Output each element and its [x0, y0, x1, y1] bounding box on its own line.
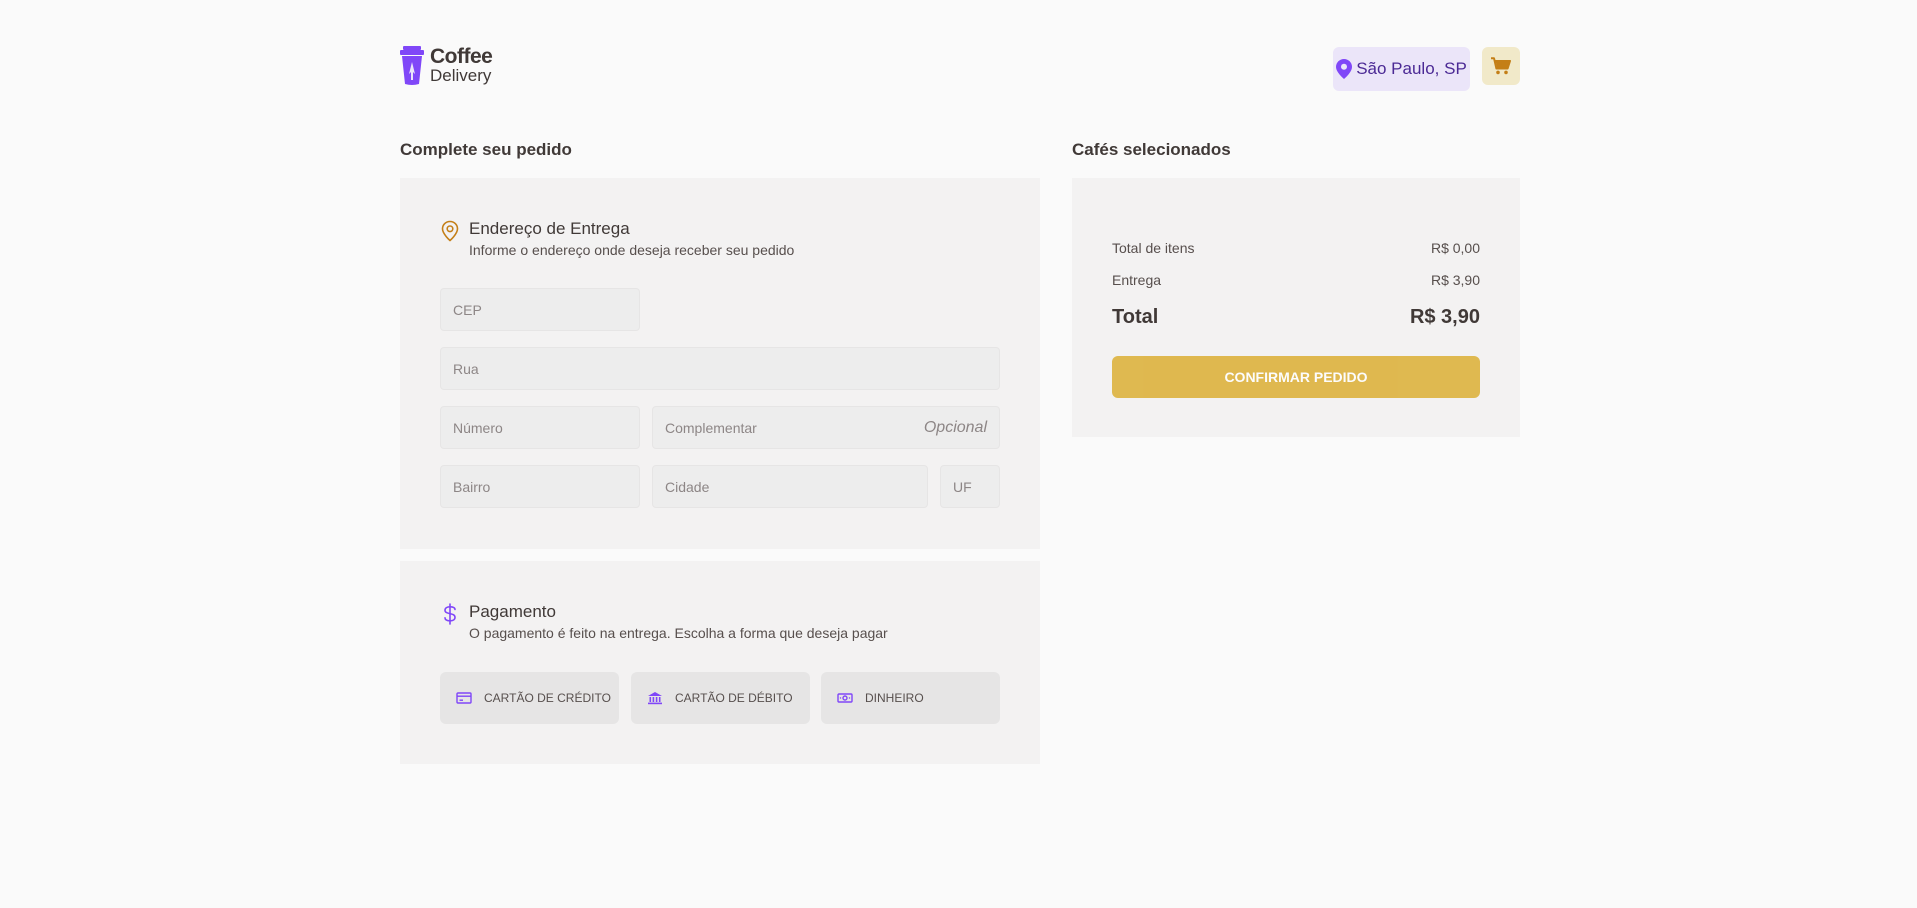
payment-option-cash-label: DINHEIRO	[865, 691, 924, 705]
checkout-title: Complete seu pedido	[400, 140, 572, 159]
money-icon	[837, 693, 853, 703]
coffee-cup-logo-icon	[400, 46, 424, 85]
delivery-label: Entrega	[1112, 272, 1162, 288]
cart-button[interactable]	[1482, 47, 1520, 85]
address-title: Endereço de Entrega	[469, 219, 630, 238]
payment-option-cash[interactable]: DINHEIRO	[821, 672, 1000, 724]
address-header: Endereço de Entrega Informe o endereço o…	[440, 218, 794, 260]
payment-header: Pagamento O pagamento é feito na entrega…	[440, 601, 888, 643]
items-total-row: Total de itens R$ 0,00	[1112, 240, 1480, 256]
confirm-order-button[interactable]: CONFIRMAR PEDIDO	[1112, 356, 1480, 398]
bank-icon	[648, 692, 662, 705]
logo-line1: Coffee	[430, 45, 493, 68]
grand-total-row: Total R$ 3,90	[1112, 306, 1480, 329]
order-summary-card: Total de itens R$ 0,00 Entrega R$ 3,90 T…	[1072, 178, 1520, 437]
delivery-row: Entrega R$ 3,90	[1112, 272, 1480, 288]
cep-placeholder: CEP	[453, 301, 482, 318]
credit-card-icon	[456, 692, 472, 704]
location-badge[interactable]: São Paulo, SP	[1333, 47, 1470, 91]
number-field[interactable]: Número	[440, 406, 640, 449]
payment-option-credit[interactable]: CARTÃO DE CRÉDITO	[440, 672, 619, 724]
address-card: Endereço de Entrega Informe o endereço o…	[400, 178, 1040, 549]
payment-option-debit-label: CARTÃO DE DÉBITO	[675, 691, 793, 705]
city-field[interactable]: Cidade	[652, 465, 928, 508]
logo[interactable]: Coffee Delivery	[400, 45, 493, 86]
items-total-value: R$ 0,00	[1430, 240, 1480, 256]
map-pin-outline-icon	[441, 220, 459, 242]
map-pin-icon	[1336, 59, 1353, 79]
complement-field[interactable]: Complementar Opcional	[652, 406, 1000, 449]
currency-dollar-icon	[444, 603, 456, 625]
cep-field[interactable]: CEP	[440, 288, 640, 331]
state-field[interactable]: UF	[940, 465, 1000, 508]
location-label: São Paulo, SP	[1356, 59, 1467, 78]
address-subtitle: Informe o endereço onde deseja receber s…	[469, 242, 795, 258]
items-total-label: Total de itens	[1112, 240, 1195, 256]
payment-title: Pagamento	[469, 602, 556, 621]
neighborhood-field[interactable]: Bairro	[440, 465, 640, 508]
shopping-cart-icon	[1491, 57, 1511, 75]
logo-line2: Delivery	[430, 66, 492, 85]
number-placeholder: Número	[453, 419, 503, 436]
payment-option-debit[interactable]: CARTÃO DE DÉBITO	[631, 672, 810, 724]
street-placeholder: Rua	[453, 360, 479, 377]
payment-option-credit-label: CARTÃO DE CRÉDITO	[484, 691, 611, 705]
state-placeholder: UF	[953, 478, 972, 495]
grand-total-value: R$ 3,90	[1409, 306, 1480, 328]
neighborhood-placeholder: Bairro	[453, 478, 491, 495]
delivery-value: R$ 3,90	[1430, 272, 1480, 288]
complement-placeholder: Complementar	[665, 419, 757, 436]
street-field[interactable]: Rua	[440, 347, 1000, 390]
grand-total-label: Total	[1112, 306, 1159, 328]
optional-label: Opcional	[923, 418, 987, 436]
city-placeholder: Cidade	[665, 478, 710, 495]
payment-subtitle: O pagamento é feito na entrega. Escolha …	[469, 625, 888, 641]
payment-card: Pagamento O pagamento é feito na entrega…	[400, 561, 1040, 764]
logo-text: Coffee Delivery	[430, 45, 493, 85]
summary-title: Cafés selecionados	[1072, 140, 1231, 159]
checkout-page: Coffee Delivery São Paulo, SP Complete s…	[0, 0, 1917, 908]
